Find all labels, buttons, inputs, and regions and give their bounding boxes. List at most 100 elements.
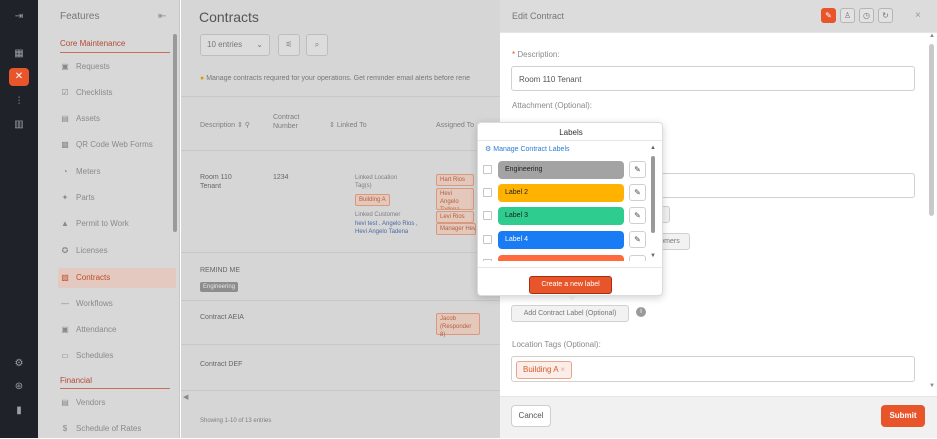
col-contract-number[interactable]: Contract Number — [273, 113, 313, 131]
sidebar-item-requests[interactable]: ▣ Requests — [58, 57, 176, 77]
sidebar-item-attendance[interactable]: ▣ Attendance — [58, 320, 176, 340]
refresh-button[interactable]: ↻ — [878, 8, 893, 23]
workflow-icon: — — [61, 299, 69, 308]
label-option[interactable] — [483, 255, 653, 261]
pencil-icon: ✎ — [634, 165, 641, 174]
assign-button[interactable]: ♙ — [840, 8, 855, 23]
create-label-button[interactable]: Create a new label — [529, 276, 612, 294]
label-checkbox[interactable] — [483, 211, 492, 220]
divider — [181, 252, 500, 253]
tools-icon[interactable]: ✕ — [9, 68, 29, 86]
row-description[interactable]: Room 110 Tenant — [200, 173, 250, 191]
sidebar-item-qr-code-web-forms[interactable]: ▩ QR Code Web Forms — [58, 135, 176, 155]
pencil-icon: ✎ — [634, 211, 641, 220]
label-checkbox[interactable] — [483, 188, 492, 197]
add-contract-label-button[interactable]: Add Contract Label (Optional) — [511, 305, 629, 322]
expand-icon[interactable]: ⇥ — [9, 8, 29, 26]
sidebar-item-vendors[interactable]: ▤ Vendors — [58, 393, 176, 413]
collapse-icon[interactable]: ⇤ — [158, 11, 166, 22]
assignee-chip: Manager Hev — [436, 223, 476, 235]
pencil-icon: ✎ — [634, 235, 641, 244]
search-button[interactable]: ⌕ — [306, 34, 328, 56]
label-pill: Label 4 — [498, 231, 624, 249]
section-financial: Financial — [60, 376, 93, 385]
sidebar-item-checklists[interactable]: ☑ Checklists — [58, 83, 176, 103]
settings-icon[interactable]: ⚙ — [9, 355, 29, 373]
help-icon[interactable]: ⊛ — [9, 378, 29, 396]
row-description[interactable]: Contract DEF — [200, 360, 242, 369]
requests-icon: ▣ — [61, 62, 69, 71]
scroll-up-icon[interactable]: ▲ — [650, 145, 656, 151]
description-input[interactable]: Room 110 Tenant — [511, 66, 915, 91]
col-assigned-to[interactable]: Assigned To — [436, 121, 474, 130]
label-checkbox[interactable] — [483, 259, 492, 261]
info-notice: ● Manage contracts required for your ope… — [200, 75, 470, 82]
filter-icon: ⚟ — [285, 40, 293, 49]
row-description[interactable]: Contract AEIA — [200, 313, 244, 322]
label-option[interactable]: Label 4 ✎ — [483, 231, 653, 249]
row-description[interactable]: REMIND ME — [200, 266, 240, 275]
labels-popup: Labels ⚙ Manage Contract Labels Engineer… — [477, 122, 664, 300]
row-number: 1234 — [273, 174, 289, 181]
sidebar-item-schedules[interactable]: ▭ Schedules — [58, 346, 176, 366]
cancel-button[interactable]: Cancel — [511, 405, 551, 427]
drawer-scrollbar-thumb[interactable] — [929, 44, 934, 216]
sidebar-item-assets[interactable]: ▤ Assets — [58, 109, 176, 129]
popup-scrollbar-thumb[interactable] — [651, 156, 655, 233]
scroll-up-icon[interactable]: ▲ — [929, 33, 935, 39]
reports-icon[interactable]: ▥ — [9, 116, 29, 134]
close-icon[interactable]: × — [915, 10, 921, 21]
assignee-chip: Levi Rios — [436, 211, 474, 223]
linked-location-label: Linked Location Tag(s) — [355, 175, 398, 189]
filter-button[interactable]: ⚟ — [278, 34, 300, 56]
sidebar-item-schedule-of-rates[interactable]: $ Schedule of Rates — [58, 419, 176, 439]
logout-icon[interactable]: ▮ — [9, 402, 29, 420]
history-button[interactable]: ◷ — [859, 8, 874, 23]
label-option[interactable]: Label 3 ✎ — [483, 207, 653, 225]
license-icon: ✪ — [61, 246, 69, 255]
linked-customer-label: Linked Customer — [355, 212, 401, 218]
linked-customer-value[interactable]: hevi test , Angelo Rios , Hevi Angelo Ta… — [355, 220, 425, 236]
col-linked-to[interactable]: ⇕ Linked To — [329, 121, 367, 130]
sidebar-item-licenses[interactable]: ✪ Licenses — [58, 241, 176, 261]
edit-label-button[interactable]: ✎ — [629, 207, 646, 224]
edit-label-button[interactable] — [629, 255, 646, 261]
sidebar-item-workflows[interactable]: — Workflows — [58, 294, 176, 314]
edit-label-button[interactable]: ✎ — [629, 161, 646, 178]
popup-caret — [567, 295, 577, 300]
label-checkbox[interactable] — [483, 235, 492, 244]
divider — [478, 140, 664, 141]
entries-select[interactable]: 10 entries ⌄ — [200, 34, 270, 56]
submit-button[interactable]: Submit — [881, 405, 925, 427]
contracts-main: Contracts 10 entries ⌄ ⚟ ⌕ ● Manage contr… — [181, 0, 500, 438]
hidden-field-input[interactable] — [660, 173, 915, 198]
manage-labels-link[interactable]: ⚙ Manage Contract Labels — [485, 145, 570, 153]
analytics-icon[interactable]: ⫶ — [9, 93, 29, 111]
scroll-left-icon[interactable]: ◀ — [183, 393, 188, 401]
edit-label-button[interactable]: ✎ — [629, 184, 646, 201]
col-description[interactable]: Description ⇕ ⚲ — [200, 121, 250, 130]
label-checkbox[interactable] — [483, 165, 492, 174]
scroll-down-icon[interactable]: ▼ — [650, 253, 656, 259]
sidebar-item-parts[interactable]: ✦ Parts — [58, 188, 176, 208]
location-tags-label: Location Tags (Optional): — [512, 340, 601, 349]
assignee-chip: Hart Rios — [436, 174, 474, 186]
info-icon[interactable]: i — [636, 307, 646, 317]
sidebar-item-permit-to-work[interactable]: ▲ Permit to Work — [58, 214, 176, 234]
assets-icon: ▤ — [61, 114, 69, 123]
edit-label-button[interactable]: ✎ — [629, 231, 646, 248]
sidebar-item-meters[interactable]: ◔ Meters — [58, 162, 176, 182]
label-option[interactable]: Engineering ✎ — [483, 161, 653, 179]
sidebar-scrollbar[interactable] — [173, 34, 177, 232]
dashboard-icon[interactable]: ▦ — [9, 45, 29, 63]
label-option[interactable]: Label 2 ✎ — [483, 184, 653, 202]
remove-tag-icon[interactable]: × — [560, 365, 565, 374]
location-chip: Building A — [355, 194, 390, 206]
user-icon: ♙ — [843, 11, 852, 20]
divider — [478, 267, 664, 268]
label-pill: Label 2 — [498, 184, 624, 202]
scroll-down-icon[interactable]: ▼ — [929, 383, 935, 389]
sidebar-item-contracts[interactable]: ▧ Contracts — [58, 268, 176, 288]
location-tag[interactable]: Building A × — [516, 361, 573, 379]
edit-mode-button[interactable]: ✎ — [821, 8, 836, 23]
